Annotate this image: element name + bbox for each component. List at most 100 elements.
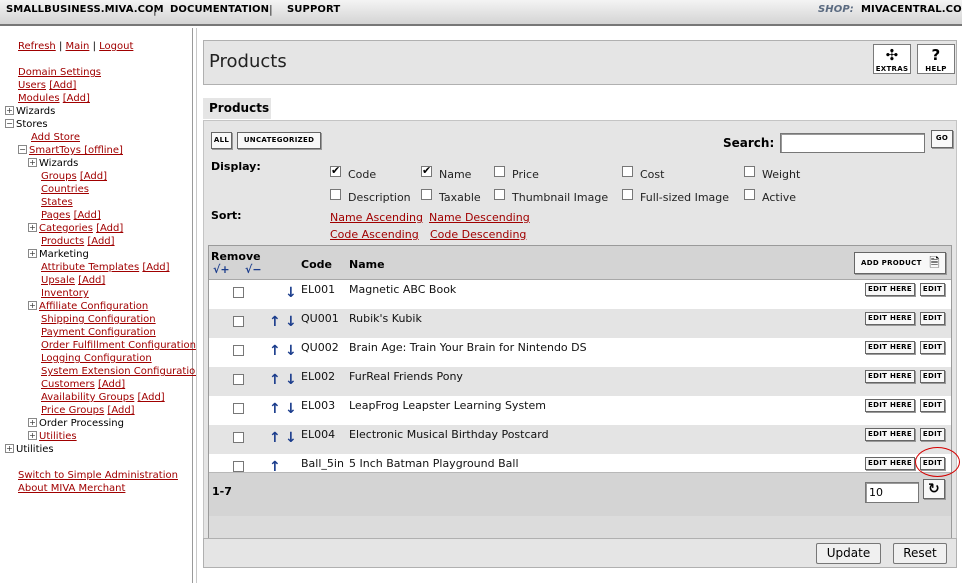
support-link[interactable]: SUPPORT (287, 4, 340, 15)
main-link[interactable]: Main (66, 41, 90, 52)
sidebar-item-attribute-templates-add[interactable]: [Add] (142, 262, 169, 273)
add-product-button[interactable]: ADD PRODUCT 🗎 (854, 252, 946, 274)
expand-icon[interactable]: + (28, 431, 37, 440)
move-up-icon[interactable]: ↑ (269, 431, 281, 445)
remove-checkbox[interactable] (233, 432, 244, 443)
documentation-link[interactable]: DOCUMENTATION (170, 4, 269, 15)
update-button[interactable]: Update (816, 543, 881, 564)
edit-here-button[interactable]: EDIT HERE (865, 399, 915, 412)
edit-here-button[interactable]: EDIT HERE (865, 341, 915, 354)
display-code-checkbox[interactable] (330, 164, 341, 177)
remove-checkbox[interactable] (233, 374, 244, 385)
sidebar-item-availability-groups[interactable]: Availability Groups (41, 392, 134, 403)
display-full-sized-image-checkbox[interactable] (622, 189, 633, 200)
refresh-link[interactable]: Refresh (18, 41, 56, 52)
move-down-icon[interactable]: ↓ (285, 315, 297, 329)
sidebar-item-inventory[interactable]: Inventory (41, 288, 89, 299)
display-cost-checkbox[interactable] (622, 166, 633, 177)
per-page-input[interactable] (865, 482, 919, 503)
edit-button[interactable]: EDIT (920, 370, 945, 383)
sidebar-item-price-groups[interactable]: Price Groups (41, 405, 104, 416)
switch-simple-admin-link[interactable]: Switch to Simple Administration (18, 470, 178, 481)
sidebar-item-upsale[interactable]: Upsale (41, 275, 75, 286)
sidebar-item-pages-add[interactable]: [Add] (74, 210, 101, 221)
display-description-checkbox[interactable] (330, 189, 341, 200)
about-miva-link[interactable]: About MIVA Merchant (18, 483, 125, 494)
sort-name-ascending-link[interactable]: Name Ascending (330, 211, 423, 224)
display-taxable-checkbox[interactable] (421, 189, 432, 200)
edit-here-button[interactable]: EDIT HERE (865, 428, 915, 441)
remove-checkbox[interactable] (233, 461, 244, 472)
sidebar-item-customers-add[interactable]: [Add] (98, 379, 125, 390)
add-store-link[interactable]: Add Store (31, 132, 80, 143)
expand-icon[interactable]: + (28, 223, 37, 232)
edit-button[interactable]: EDIT (920, 312, 945, 325)
display-name-checkbox[interactable] (421, 164, 432, 177)
filter-uncategorized-button[interactable]: UNCATEGORIZED (237, 132, 321, 149)
edit-here-button[interactable]: EDIT HERE (865, 312, 915, 325)
filter-all-button[interactable]: ALL (211, 132, 232, 149)
shop-link[interactable]: MIVACENTRAL.COM (861, 4, 962, 15)
move-up-icon[interactable]: ↑ (269, 344, 281, 358)
move-down-icon[interactable]: ↓ (285, 373, 297, 387)
sidebar-item-upsale-add[interactable]: [Add] (78, 275, 105, 286)
remove-checkbox[interactable] (233, 403, 244, 414)
modules-add-link[interactable]: [Add] (63, 93, 90, 104)
modules-link[interactable]: Modules (18, 93, 60, 104)
extras-button[interactable]: ✣ EXTRAS (873, 44, 911, 74)
sidebar-item-customers[interactable]: Customers (41, 379, 95, 390)
move-up-icon[interactable]: ↑ (269, 315, 281, 329)
collapse-icon[interactable]: − (18, 145, 27, 154)
sidebar-item-groups[interactable]: Groups (41, 171, 77, 182)
edit-button[interactable]: EDIT (920, 428, 945, 441)
move-up-icon[interactable]: ↑ (269, 402, 281, 416)
expand-icon[interactable]: + (5, 106, 14, 115)
sidebar-item-availability-groups-add[interactable]: [Add] (138, 392, 165, 403)
edit-here-button[interactable]: EDIT HERE (865, 457, 915, 470)
expand-icon[interactable]: + (28, 158, 37, 167)
move-down-icon[interactable]: ↓ (285, 344, 297, 358)
users-add-link[interactable]: [Add] (49, 80, 76, 91)
sidebar-item-categories[interactable]: Categories (39, 223, 93, 234)
sidebar-item-system-extension-configuration[interactable]: System Extension Configuration (41, 366, 202, 377)
sidebar-item-countries[interactable]: Countries (41, 184, 89, 195)
uncheck-all-icon[interactable]: √− (245, 263, 262, 276)
sidebar-item-affiliate-configuration[interactable]: Affiliate Configuration (39, 301, 148, 312)
logout-link[interactable]: Logout (99, 41, 133, 52)
move-down-icon[interactable]: ↓ (285, 402, 297, 416)
expand-icon[interactable]: + (28, 301, 37, 310)
edit-button[interactable]: EDIT (920, 283, 945, 296)
tab-products[interactable]: Products (203, 98, 271, 119)
display-thumbnail-image-checkbox[interactable] (494, 189, 505, 200)
sidebar-item-states[interactable]: States (41, 197, 73, 208)
display-weight-checkbox[interactable] (744, 166, 755, 177)
sidebar-item-attribute-templates[interactable]: Attribute Templates (41, 262, 139, 273)
refresh-icon[interactable]: ↻ (923, 479, 945, 499)
search-input[interactable] (780, 133, 925, 153)
users-link[interactable]: Users (18, 80, 46, 91)
sort-name-descending-link[interactable]: Name Descending (429, 211, 530, 224)
remove-checkbox[interactable] (233, 316, 244, 327)
sidebar-item-wizards[interactable]: Wizards (16, 106, 55, 117)
sidebar-item-utilities[interactable]: Utilities (16, 444, 54, 455)
reset-button[interactable]: Reset (893, 543, 947, 564)
sidebar-item-pages[interactable]: Pages (41, 210, 70, 221)
check-all-icon[interactable]: √+ (213, 263, 230, 276)
remove-checkbox[interactable] (233, 287, 244, 298)
move-up-icon[interactable]: ↑ (269, 373, 281, 387)
display-price-checkbox[interactable] (494, 166, 505, 177)
sidebar-item-categories-add[interactable]: [Add] (96, 223, 123, 234)
help-button[interactable]: ? HELP (917, 44, 955, 74)
display-active-checkbox[interactable] (744, 189, 755, 200)
sidebar-item-wizards[interactable]: Wizards (39, 158, 78, 169)
sidebar-item-products[interactable]: Products (41, 236, 84, 247)
sidebar-item-products-add[interactable]: [Add] (87, 236, 114, 247)
sidebar-item-utilities[interactable]: Utilities (39, 431, 77, 442)
go-button[interactable]: GO (931, 130, 953, 148)
expand-icon[interactable]: + (28, 249, 37, 258)
sidebar-item-order-processing[interactable]: Order Processing (39, 418, 124, 429)
sidebar-item-logging-configuration[interactable]: Logging Configuration (41, 353, 152, 364)
sidebar-item-groups-add[interactable]: [Add] (80, 171, 107, 182)
sidebar-item-order-fulfillment-configuration[interactable]: Order Fulfillment Configuration (41, 340, 196, 351)
smallbusiness-link[interactable]: SMALLBUSINESS.MIVA.COM (6, 4, 164, 15)
